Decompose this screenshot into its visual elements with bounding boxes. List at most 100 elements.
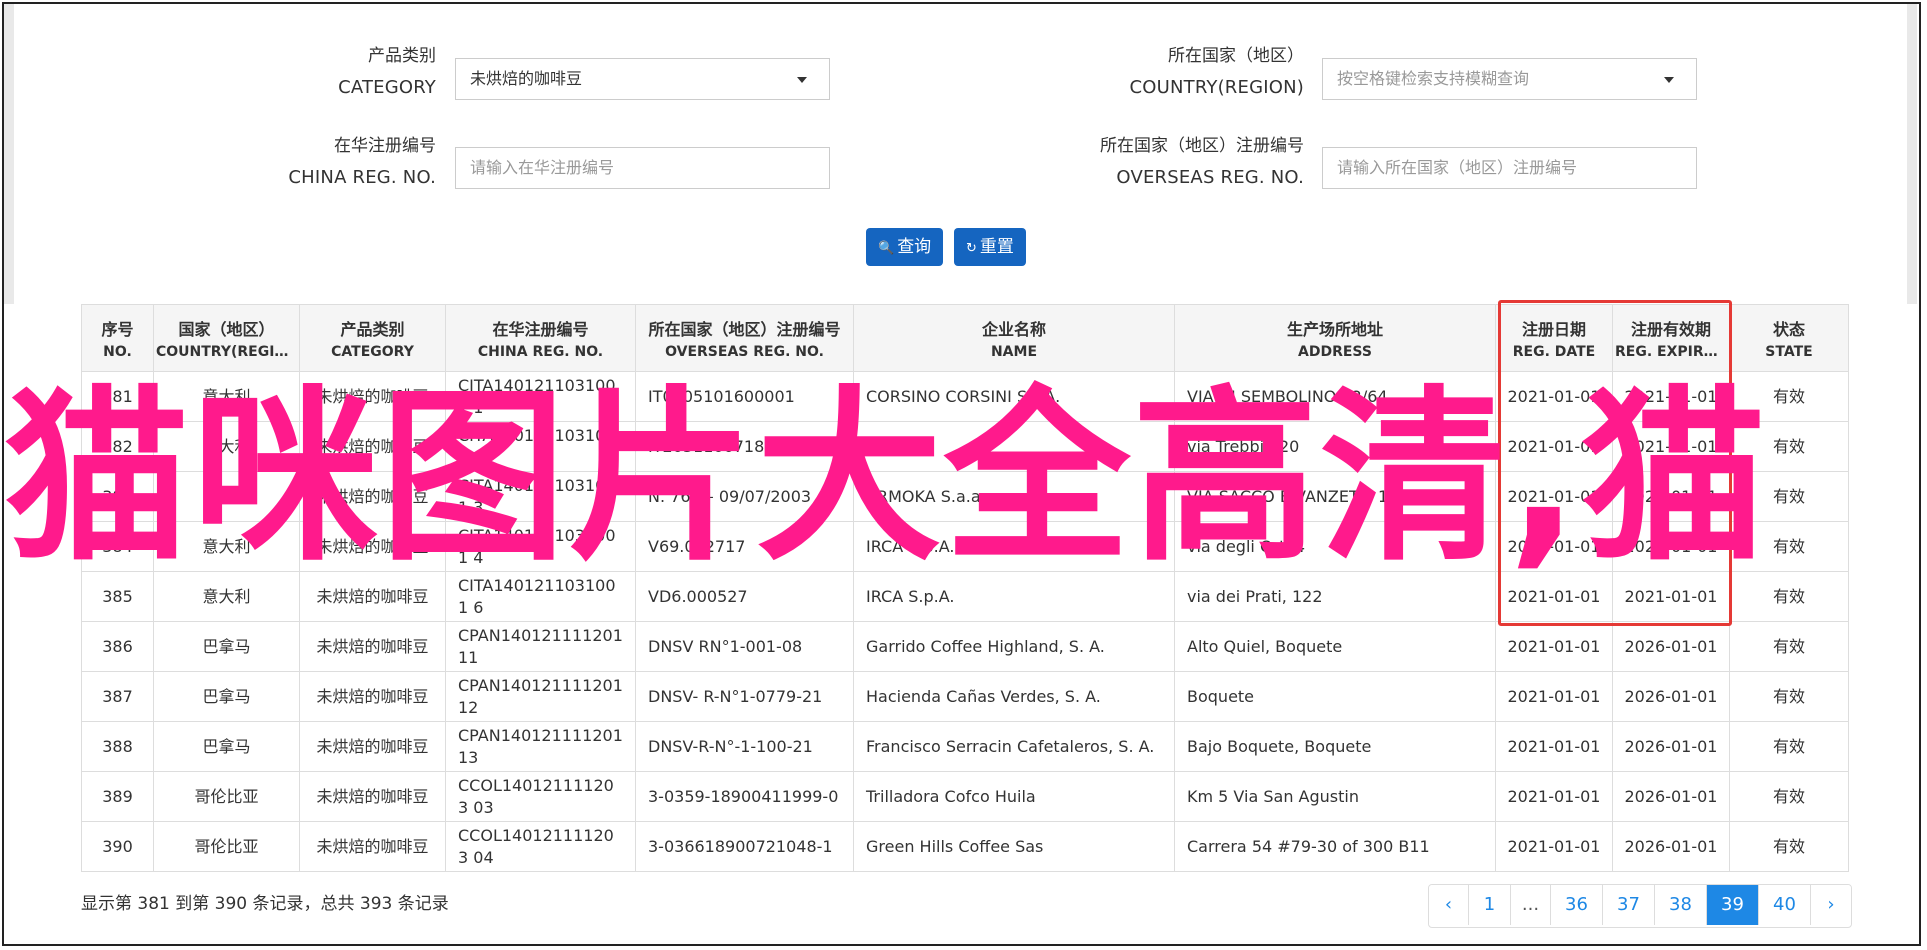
cell-reg-date: 2021-01-01	[1495, 721, 1613, 772]
refresh-icon: ↻	[966, 241, 977, 256]
right-scrollbar[interactable]	[1907, 4, 1917, 304]
cell-reg-date: 2021-01-01	[1495, 421, 1613, 472]
cell-address: via dei Prati, 122	[1174, 571, 1496, 622]
table-row[interactable]: 384 意大利 未烘焙的咖啡豆 CITA1401211031001 4 V69.…	[81, 521, 1849, 572]
chevron-down-icon	[1664, 77, 1674, 83]
overseas-reg-label-cn: 所在国家（地区）注册编号	[1100, 136, 1304, 156]
pagination-next-button[interactable]: ›	[1811, 885, 1851, 925]
cell-address: Bajo Boquete, Boquete	[1174, 721, 1496, 772]
reset-button-label: 重置	[979, 237, 1014, 257]
country-label: 所在国家（地区） COUNTRY(REGION)	[1080, 40, 1304, 104]
cell-address: VIA SACCO E VANZETTI 11	[1174, 471, 1496, 522]
column-header[interactable]: 序号 NO.	[81, 304, 154, 372]
cell-name: Salvi’ srl	[853, 421, 1175, 472]
cell-country: 哥伦比亚	[153, 771, 300, 822]
cell-address: Km 5 Via San Agustin	[1174, 771, 1496, 822]
cell-expire: 2026-01-01	[1612, 821, 1730, 872]
cell-state: 有效	[1729, 371, 1849, 422]
cell-country: 巴拿马	[153, 621, 300, 672]
category-label: 产品类别 CATEGORY	[300, 40, 436, 104]
column-header[interactable]: 企业名称 NAME	[853, 304, 1175, 372]
column-header[interactable]: 所在国家（地区）注册编号 OVERSEAS REG. NO.	[635, 304, 854, 372]
search-button[interactable]: 🔍 查询	[866, 228, 944, 266]
column-header[interactable]: 产品类别 CATEGORY	[299, 304, 446, 372]
column-header[interactable]: 生产场所地址 ADDRESS	[1174, 304, 1496, 372]
cell-state: 有效	[1729, 721, 1849, 772]
pagination-page[interactable]: 1	[1469, 885, 1511, 925]
cell-no: 383	[81, 471, 154, 522]
cell-state: 有效	[1729, 421, 1849, 472]
cell-name: Trilladora Cofco Huila	[853, 771, 1175, 822]
cell-reg-date: 2021-01-01	[1495, 571, 1613, 622]
cell-expire: 2021-01-01	[1612, 571, 1730, 622]
cell-overseas-reg: VD6.000527	[635, 571, 854, 622]
table-row[interactable]: 387 巴拿马 未烘焙的咖啡豆 CPAN140121111201 12 DNSV…	[81, 671, 1849, 722]
cell-expire: 2021-01-01	[1612, 421, 1730, 472]
category-select[interactable]: 未烘焙的咖啡豆	[455, 58, 830, 100]
cell-state: 有效	[1729, 471, 1849, 522]
cell-china-reg: CITA1401211031001 3	[445, 471, 636, 522]
cell-address: Boquete	[1174, 671, 1496, 722]
cell-overseas-reg: DNSV RN°1-001-08	[635, 621, 854, 672]
category-label-cn: 产品类别	[368, 46, 436, 66]
table-row[interactable]: 381 意大利 未烘焙的咖啡豆 CITA1401211031001 1 IT09…	[81, 371, 1849, 422]
china-reg-label-cn: 在华注册编号	[334, 136, 436, 156]
cell-country: 哥伦比亚	[153, 821, 300, 872]
pagination-prev-button[interactable]: ‹	[1429, 885, 1469, 925]
table-row[interactable]: 382 意大利 未烘焙的咖啡豆 CITA1401211031001 2 IT20…	[81, 421, 1849, 472]
cell-category: 未烘焙的咖啡豆	[299, 521, 446, 572]
pagination-page-active[interactable]: 39	[1707, 885, 1759, 925]
cell-no: 389	[81, 771, 154, 822]
table-row[interactable]: 385 意大利 未烘焙的咖啡豆 CITA1401211031001 6 VD6.…	[81, 571, 1849, 622]
cell-name: Green Hills Coffee Sas	[853, 821, 1175, 872]
column-header[interactable]: 注册日期 REG. DATE	[1495, 304, 1613, 372]
chevron-down-icon	[797, 77, 807, 83]
cell-country: 意大利	[153, 371, 300, 422]
country-label-cn: 所在国家（地区）	[1168, 46, 1304, 66]
table-row[interactable]: 389 哥伦比亚 未烘焙的咖啡豆 CCOL140121111203 03 3-0…	[81, 771, 1849, 822]
cell-state: 有效	[1729, 671, 1849, 722]
reset-button[interactable]: ↻ 重置	[954, 228, 1026, 266]
overseas-reg-placeholder: 请输入所在国家（地区）注册编号	[1337, 158, 1578, 177]
cell-expire: 2026-01-01	[1612, 621, 1730, 672]
cell-china-reg: CITA1401211031001 2	[445, 421, 636, 472]
cell-overseas-reg: DNSV-R-N°-1-100-21	[635, 721, 854, 772]
country-select[interactable]: 按空格键检索支持模糊查询	[1322, 58, 1697, 100]
table-row[interactable]: 390 哥伦比亚 未烘焙的咖啡豆 CCOL140121111203 04 3-0…	[81, 821, 1849, 872]
cell-reg-date: 2021-01-01	[1495, 471, 1613, 522]
cell-category: 未烘焙的咖啡豆	[299, 671, 446, 722]
pagination-page[interactable]: 36	[1551, 885, 1603, 925]
search-button-label: 查询	[897, 237, 932, 257]
cell-country: 巴拿马	[153, 721, 300, 772]
table-row[interactable]: 386 巴拿马 未烘焙的咖啡豆 CPAN140121111201 11 DNSV…	[81, 621, 1849, 672]
search-icon: 🔍	[878, 241, 895, 256]
cell-address: via Trebbia 20	[1174, 421, 1496, 472]
cell-expire: 2021-01-01	[1612, 471, 1730, 522]
cell-address: Alto Quiel, Boquete	[1174, 621, 1496, 672]
column-header[interactable]: 在华注册编号 CHINA REG. NO.	[445, 304, 636, 372]
cell-address: VIA DI SEMBOLINO 62/64	[1174, 371, 1496, 422]
cell-category: 未烘焙的咖啡豆	[299, 571, 446, 622]
cell-expire: 2026-01-01	[1612, 721, 1730, 772]
china-reg-input[interactable]: 请输入在华注册编号	[455, 147, 830, 189]
cell-category: 未烘焙的咖啡豆	[299, 421, 446, 472]
table-row[interactable]: 383 意大利 未烘焙的咖啡豆 CITA1401211031001 3 N. 7…	[81, 471, 1849, 522]
column-header[interactable]: 国家（地区） COUNTRY(REGIO...	[153, 304, 300, 372]
pagination-page[interactable]: 38	[1655, 885, 1707, 925]
cell-state: 有效	[1729, 771, 1849, 822]
pagination-page[interactable]: 37	[1603, 885, 1655, 925]
cell-overseas-reg: IT2051100718	[635, 421, 854, 472]
table-header-row: 序号 NO. 国家（地区） COUNTRY(REGIO... 产品类别 CATEGOR…	[81, 304, 1849, 372]
column-header[interactable]: 注册有效期 REG. EXPIRE ...	[1612, 304, 1730, 372]
overseas-reg-input[interactable]: 请输入所在国家（地区）注册编号	[1322, 147, 1697, 189]
cell-category: 未烘焙的咖啡豆	[299, 821, 446, 872]
cell-no: 386	[81, 621, 154, 672]
left-edge-strip	[4, 4, 14, 304]
cell-expire: 2021-01-01	[1612, 371, 1730, 422]
cell-overseas-reg: V69.002717	[635, 521, 854, 572]
column-header[interactable]: 状态 STATE	[1729, 304, 1849, 372]
table-row[interactable]: 388 巴拿马 未烘焙的咖啡豆 CPAN140121111201 13 DNSV…	[81, 721, 1849, 772]
china-reg-label-en: CHINA REG. NO.	[288, 167, 436, 188]
cell-country: 意大利	[153, 521, 300, 572]
pagination-page[interactable]: 40	[1759, 885, 1811, 925]
